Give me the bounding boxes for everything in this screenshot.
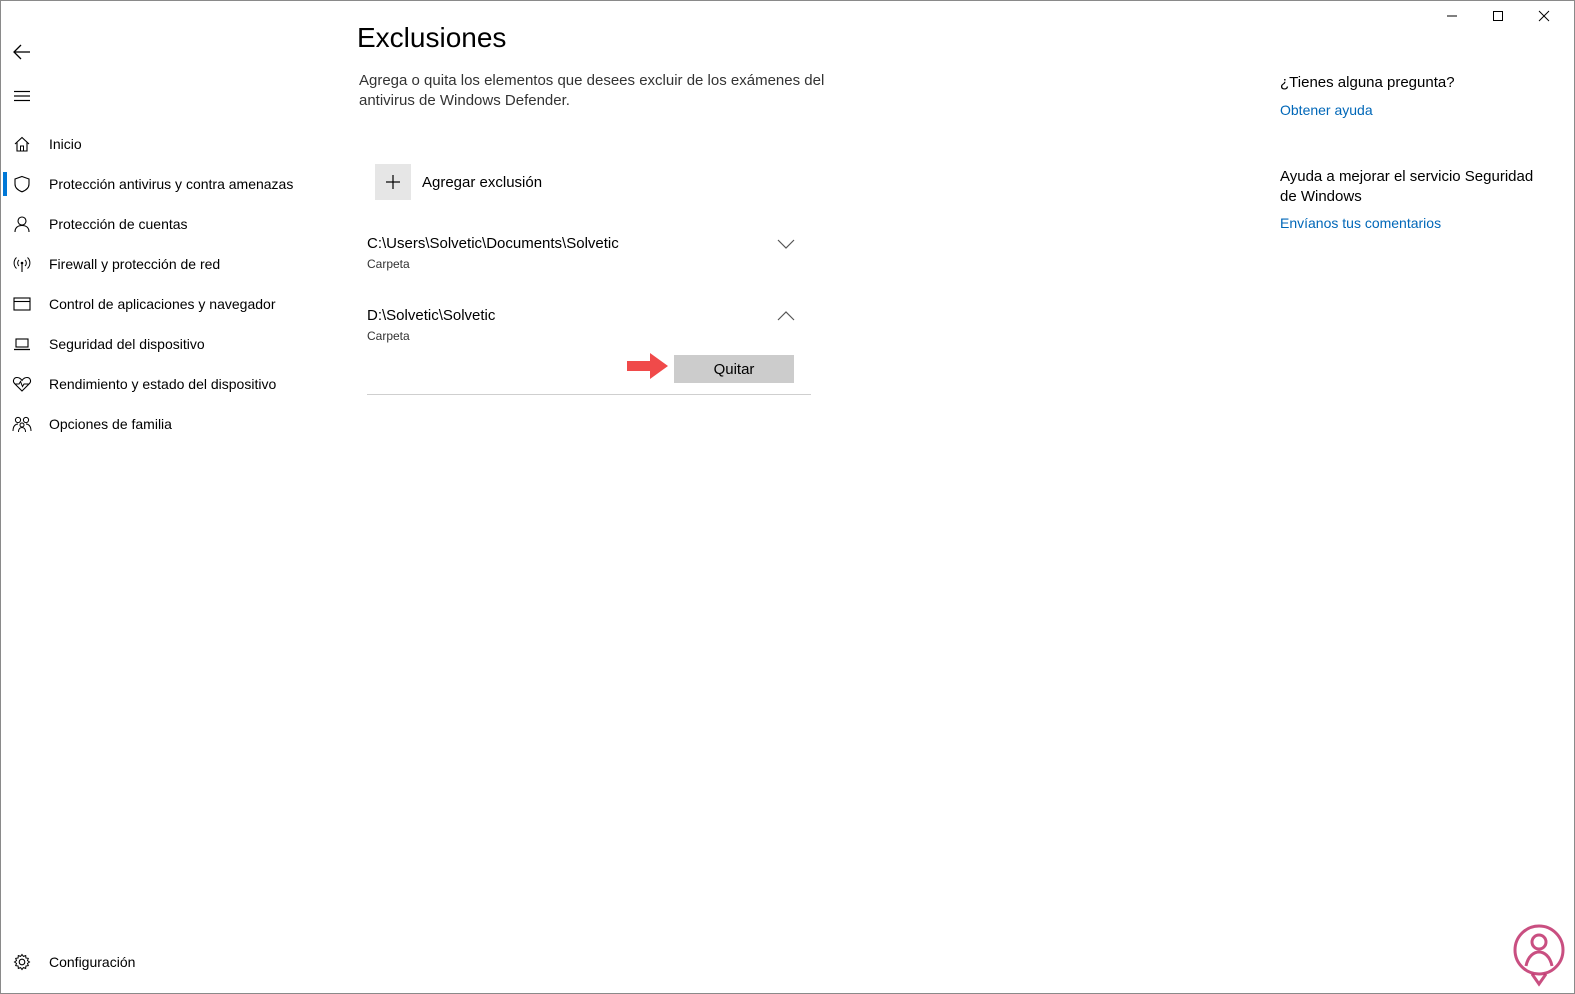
exclusion-type: Carpeta bbox=[367, 257, 410, 271]
nav-item-label: Rendimiento y estado del dispositivo bbox=[49, 376, 277, 392]
heart-pulse-icon bbox=[12, 374, 32, 394]
question-heading: ¿Tienes alguna pregunta? bbox=[1280, 74, 1455, 91]
exclusion-type: Carpeta bbox=[367, 329, 410, 343]
exclusion-path: D:\Solvetic\Solvetic bbox=[367, 307, 496, 324]
nav-item-label: Protección de cuentas bbox=[49, 216, 188, 232]
shield-icon bbox=[12, 174, 32, 194]
nav-item-label: Configuración bbox=[49, 954, 136, 970]
divider bbox=[367, 394, 811, 395]
nav-item-antivirus[interactable]: Protección antivirus y contra amenazas bbox=[0, 164, 330, 204]
nav-item-firewall[interactable]: Firewall y protección de red bbox=[0, 244, 330, 284]
back-button[interactable] bbox=[8, 38, 36, 66]
chevron-up-icon[interactable] bbox=[776, 309, 796, 323]
laptop-icon bbox=[12, 334, 32, 354]
antenna-icon bbox=[12, 254, 32, 274]
minimize-icon bbox=[1447, 15, 1457, 17]
close-button[interactable] bbox=[1521, 0, 1567, 32]
nav-item-dispositivo[interactable]: Seguridad del dispositivo bbox=[0, 324, 330, 364]
chevron-down-icon[interactable] bbox=[776, 237, 796, 251]
exclusion-item[interactable]: D:\Solvetic\Solvetic Carpeta bbox=[366, 307, 810, 347]
family-icon bbox=[12, 414, 32, 434]
nav-item-label: Protección antivirus y contra amenazas bbox=[49, 176, 294, 192]
nav-item-rendimiento[interactable]: Rendimiento y estado del dispositivo bbox=[0, 364, 330, 404]
nav-item-label: Seguridad del dispositivo bbox=[49, 336, 205, 352]
maximize-icon bbox=[1493, 11, 1503, 21]
maximize-button[interactable] bbox=[1475, 0, 1521, 32]
gear-icon bbox=[12, 952, 32, 972]
nav-item-label: Firewall y protección de red bbox=[49, 256, 221, 272]
menu-button[interactable] bbox=[8, 82, 36, 110]
watermark-logo bbox=[1513, 924, 1565, 987]
nav-item-familia[interactable]: Opciones de familia bbox=[0, 404, 330, 444]
page-description: Agrega o quita los elementos que desees … bbox=[359, 72, 825, 109]
minimize-button[interactable] bbox=[1429, 0, 1475, 32]
annotation-arrow-icon bbox=[627, 353, 668, 379]
nav-item-label: Opciones de familia bbox=[49, 416, 172, 432]
add-exclusion-button[interactable] bbox=[375, 164, 411, 200]
browser-window-icon bbox=[12, 294, 32, 314]
exclusion-item[interactable]: C:\Users\Solvetic\Documents\Solvetic Car… bbox=[366, 235, 810, 275]
improve-text: Ayuda a mejorar el servicio Seguridad de… bbox=[1280, 168, 1534, 205]
nav-item-label: Inicio bbox=[49, 136, 82, 152]
exclusion-path: C:\Users\Solvetic\Documents\Solvetic bbox=[367, 235, 619, 252]
nav-item-inicio[interactable]: Inicio bbox=[0, 124, 330, 164]
add-exclusion-label[interactable]: Agregar exclusión bbox=[422, 174, 542, 191]
back-arrow-icon bbox=[13, 44, 30, 60]
home-icon bbox=[12, 134, 32, 154]
hamburger-icon bbox=[14, 90, 30, 102]
person-icon bbox=[12, 214, 32, 234]
close-icon bbox=[1538, 10, 1550, 22]
page-title: Exclusiones bbox=[357, 22, 507, 53]
nav-item-configuracion[interactable]: Configuración bbox=[0, 942, 330, 982]
remove-button[interactable]: Quitar bbox=[674, 355, 794, 383]
get-help-link[interactable]: Obtener ayuda bbox=[1280, 102, 1373, 118]
plus-icon bbox=[386, 175, 400, 189]
nav-item-aplicaciones[interactable]: Control de aplicaciones y navegador bbox=[0, 284, 330, 324]
feedback-link[interactable]: Envíanos tus comentarios bbox=[1280, 215, 1441, 231]
nav-item-cuentas[interactable]: Protección de cuentas bbox=[0, 204, 330, 244]
nav-item-label: Control de aplicaciones y navegador bbox=[49, 296, 276, 312]
